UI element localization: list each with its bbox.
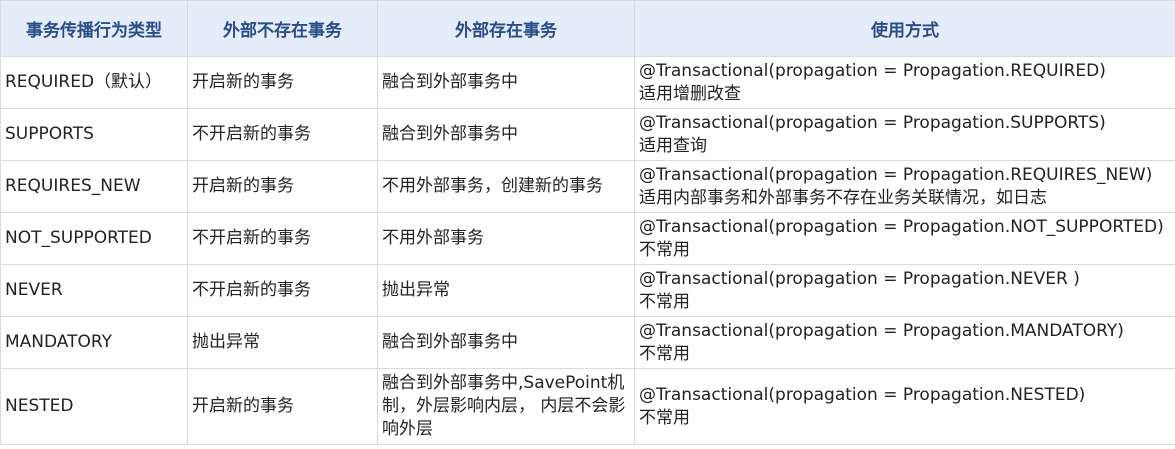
cell-with-outer: 不用外部事务，创建新的事务 xyxy=(377,160,635,213)
usage-note: 不常用 xyxy=(639,407,690,428)
cell-usage: @Transactional(propagation = Propagation… xyxy=(634,316,1175,369)
usage-code: @Transactional(propagation = Propagation… xyxy=(639,60,1106,81)
cell-type: REQUIRED（默认） xyxy=(0,56,188,109)
table-header: 事务传播行为类型 外部不存在事务 外部存在事务 使用方式 xyxy=(0,0,1175,57)
propagation-table-container: 事务传播行为类型 外部不存在事务 外部存在事务 使用方式 REQUIRED（默认… xyxy=(0,0,1175,449)
header-usage: 使用方式 xyxy=(634,0,1175,57)
usage-note: 不常用 xyxy=(639,343,690,364)
usage-note: 不常用 xyxy=(639,239,690,260)
usage-note: 适用增删改查 xyxy=(639,83,741,104)
table-row: SUPPORTS 不开启新的事务 融合到外部事务中 @Transactional… xyxy=(0,108,1175,161)
cell-type: NEVER xyxy=(0,264,188,317)
header-row: 事务传播行为类型 外部不存在事务 外部存在事务 使用方式 xyxy=(0,0,1175,57)
cell-usage: @Transactional(propagation = Propagation… xyxy=(634,56,1175,109)
cell-usage: @Transactional(propagation = Propagation… xyxy=(634,368,1175,445)
cell-with-outer: 不用外部事务 xyxy=(377,212,635,265)
cell-usage: @Transactional(propagation = Propagation… xyxy=(634,108,1175,161)
usage-note: 适用内部事务和外部事务不存在业务关联情况，如日志 xyxy=(639,187,1047,208)
table-row: NESTED 开启新的事务 融合到外部事务中,SavePoint机制，外层影响内… xyxy=(0,368,1175,445)
usage-note: 适用查询 xyxy=(639,135,707,156)
table-row: REQUIRED（默认） 开启新的事务 融合到外部事务中 @Transactio… xyxy=(0,56,1175,109)
cell-no-outer: 开启新的事务 xyxy=(187,160,378,213)
usage-code: @Transactional(propagation = Propagation… xyxy=(639,384,1086,405)
cell-no-outer: 开启新的事务 xyxy=(187,368,378,445)
table-row: MANDATORY 抛出异常 融合到外部事务中 @Transactional(p… xyxy=(0,316,1175,369)
table-row: NOT_SUPPORTED 不开启新的事务 不用外部事务 @Transactio… xyxy=(0,212,1175,265)
usage-code: @Transactional(propagation = Propagation… xyxy=(639,268,1080,289)
cell-type: NESTED xyxy=(0,368,188,445)
header-no-outer-transaction: 外部不存在事务 xyxy=(187,0,378,57)
usage-code: @Transactional(propagation = Propagation… xyxy=(639,164,1153,185)
usage-note: 不常用 xyxy=(639,291,690,312)
header-with-outer-transaction: 外部存在事务 xyxy=(377,0,635,57)
cell-type: NOT_SUPPORTED xyxy=(0,212,188,265)
cell-usage: @Transactional(propagation = Propagation… xyxy=(634,160,1175,213)
cell-usage: @Transactional(propagation = Propagation… xyxy=(634,264,1175,317)
cell-with-outer: 融合到外部事务中,SavePoint机制，外层影响内层， 内层不会影响外层 xyxy=(377,368,635,445)
cell-type: MANDATORY xyxy=(0,316,188,369)
table-row: REQUIRES_NEW 开启新的事务 不用外部事务，创建新的事务 @Trans… xyxy=(0,160,1175,213)
cell-with-outer: 融合到外部事务中 xyxy=(377,316,635,369)
usage-code: @Transactional(propagation = Propagation… xyxy=(639,112,1106,133)
cell-no-outer: 不开启新的事务 xyxy=(187,264,378,317)
cell-usage: @Transactional(propagation = Propagation… xyxy=(634,212,1175,265)
cell-no-outer: 开启新的事务 xyxy=(187,56,378,109)
propagation-table: 事务传播行为类型 外部不存在事务 外部存在事务 使用方式 REQUIRED（默认… xyxy=(0,0,1175,445)
usage-code: @Transactional(propagation = Propagation… xyxy=(639,320,1124,341)
cell-with-outer: 融合到外部事务中 xyxy=(377,56,635,109)
table-body: REQUIRED（默认） 开启新的事务 融合到外部事务中 @Transactio… xyxy=(0,56,1175,445)
cell-type: SUPPORTS xyxy=(0,108,188,161)
header-propagation-type: 事务传播行为类型 xyxy=(0,0,188,57)
cell-type: REQUIRES_NEW xyxy=(0,160,188,213)
cell-no-outer: 不开启新的事务 xyxy=(187,108,378,161)
cell-no-outer: 抛出异常 xyxy=(187,316,378,369)
cell-with-outer: 融合到外部事务中 xyxy=(377,108,635,161)
cell-with-outer: 抛出异常 xyxy=(377,264,635,317)
usage-code: @Transactional(propagation = Propagation… xyxy=(639,216,1164,237)
cell-no-outer: 不开启新的事务 xyxy=(187,212,378,265)
table-row: NEVER 不开启新的事务 抛出异常 @Transactional(propag… xyxy=(0,264,1175,317)
